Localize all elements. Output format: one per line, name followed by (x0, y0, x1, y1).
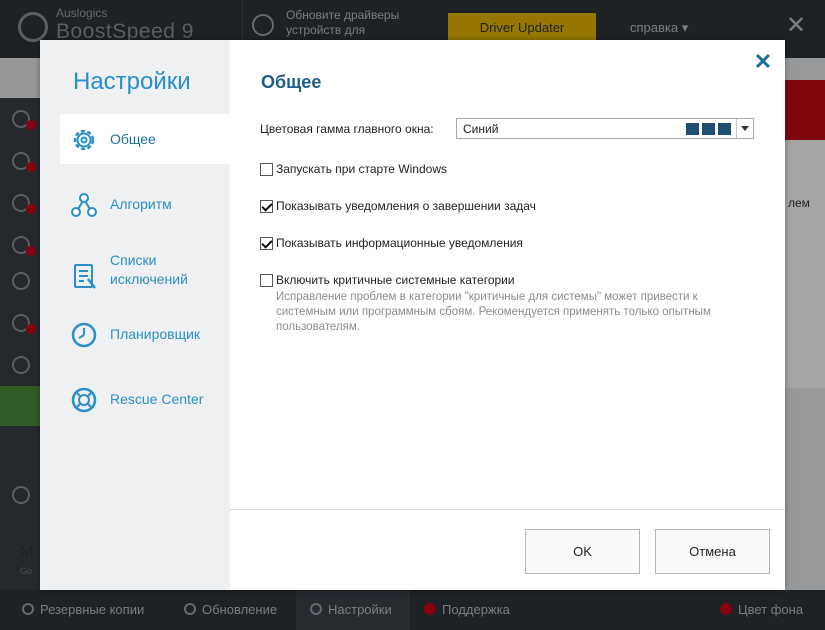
option-label: Запускать при старте Windows (276, 162, 447, 176)
checkbox-critical-categories[interactable] (260, 274, 273, 287)
option-label: Включить критичные системные категории (276, 273, 515, 287)
algorithm-icon (71, 193, 97, 217)
nav-item-rescue-center[interactable]: Rescue Center (60, 374, 230, 424)
list-icon (74, 264, 96, 289)
footer-divider (230, 509, 785, 510)
color-swatch (702, 123, 715, 135)
checkbox-task-notifications[interactable] (260, 200, 273, 213)
color-swatch (686, 123, 699, 135)
color-swatch (718, 123, 731, 135)
critical-categories-hint: Исправление проблем в категории "критичн… (276, 291, 711, 333)
settings-sidebar: Настройки Общее Алгоритм Списки исключен… (40, 40, 230, 590)
nav-label-algorithm: Алгоритм (110, 196, 172, 212)
nav-label-general: Общее (110, 131, 156, 147)
option-label: Показывать уведомления о завершении зада… (276, 199, 536, 213)
nav-item-general[interactable]: Общее (60, 114, 230, 164)
nav-label-exclusions: Списки исключений (110, 252, 188, 287)
cancel-button[interactable]: Отмена (655, 529, 770, 574)
settings-content: ✕ Общее Цветовая гамма главного окна: Си… (230, 40, 785, 590)
close-icon[interactable]: ✕ (753, 51, 773, 73)
color-scheme-label: Цветовая гамма главного окна: (260, 122, 434, 136)
nav-item-algorithm[interactable]: Алгоритм (60, 179, 230, 229)
nav-label-scheduler: Планировщик (110, 326, 201, 342)
lifebuoy-icon (71, 387, 97, 413)
checkbox-start-with-windows[interactable] (260, 163, 273, 176)
ok-button[interactable]: OK (525, 529, 640, 574)
color-scheme-value: Синий (463, 122, 499, 136)
option-label: Показывать информационные уведомления (276, 236, 523, 250)
section-title: Общее (261, 72, 322, 92)
color-scheme-select[interactable]: Синий (456, 118, 754, 139)
settings-title: Настройки (73, 68, 191, 95)
settings-dialog: Настройки Общее Алгоритм Списки исключен… (40, 40, 785, 590)
nav-item-exclusions[interactable]: Списки исключений (60, 246, 230, 306)
checkbox-info-notifications[interactable] (260, 237, 273, 250)
chevron-down-icon[interactable] (736, 119, 753, 138)
nav-item-scheduler[interactable]: Планировщик (60, 309, 230, 359)
nav-label-rescue-center: Rescue Center (110, 391, 204, 407)
clock-icon (71, 322, 97, 348)
gear-icon (73, 129, 95, 151)
